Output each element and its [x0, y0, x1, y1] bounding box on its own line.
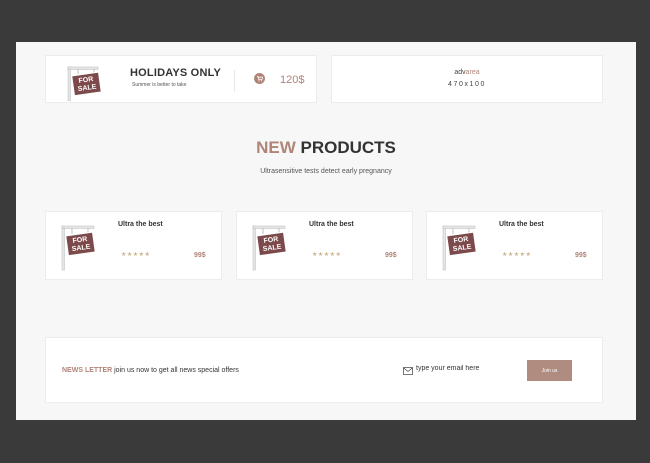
advert-area[interactable]: advarea 470x100	[331, 55, 603, 103]
product-rating-stars: ★★★★★	[121, 252, 151, 258]
product-price: 99$	[194, 252, 206, 259]
for-sale-sign-icon: FOR SALE	[252, 225, 287, 271]
promo-subtitle: Summer is better to take	[132, 82, 187, 88]
mail-icon	[403, 367, 413, 375]
product-card[interactable]: FOR SALE Ultra the best ★★★★★ 99$	[236, 211, 413, 280]
section-title: NEW PRODUCTS	[16, 138, 636, 158]
product-name[interactable]: Ultra the best	[118, 221, 163, 228]
product-price: 99$	[575, 252, 587, 259]
product-name[interactable]: Ultra the best	[309, 221, 354, 228]
product-rating-stars: ★★★★★	[502, 252, 532, 258]
for-sale-sign-icon: FOR SALE	[61, 225, 96, 271]
product-card[interactable]: FOR SALE Ultra the best ★★★★★ 99$	[45, 211, 222, 280]
advert-label-part1: adv	[454, 69, 466, 76]
page: FOR SALE HOLIDAYS ONLY Summer is better …	[16, 42, 636, 420]
newsletter-description: join us now to get all news special offe…	[114, 367, 239, 374]
advert-label: advarea	[332, 69, 602, 76]
promo-divider	[234, 70, 235, 92]
product-card[interactable]: FOR SALE Ultra the best ★★★★★ 99$	[426, 211, 603, 280]
advert-size: 470x100	[447, 81, 487, 88]
cart-icon[interactable]	[254, 73, 265, 84]
product-rating-stars: ★★★★★	[312, 252, 342, 258]
newsletter-bar: NEWS LETTER join us now to get all news …	[45, 337, 603, 403]
product-name[interactable]: Ultra the best	[499, 221, 544, 228]
for-sale-sign-icon: FOR SALE	[442, 225, 477, 271]
section-title-rest: PRODUCTS	[300, 138, 396, 157]
advert-label-part2: area	[465, 69, 480, 76]
for-sale-sign-icon: FOR SALE	[67, 66, 102, 101]
section-subtitle: Ultrasensitive tests detect early pregna…	[260, 168, 392, 175]
section-title-highlight: NEW	[256, 138, 296, 157]
product-price: 99$	[385, 252, 397, 259]
promo-title: HOLIDAYS ONLY	[130, 67, 222, 79]
promo-price: 120$	[280, 74, 305, 86]
newsletter-label: NEWS LETTER	[62, 367, 113, 374]
join-button[interactable]: Join us	[527, 360, 572, 381]
email-input[interactable]	[416, 365, 516, 372]
promo-card[interactable]: FOR SALE HOLIDAYS ONLY Summer is better …	[45, 55, 317, 103]
newsletter-text: NEWS LETTER join us now to get all news …	[62, 367, 239, 374]
